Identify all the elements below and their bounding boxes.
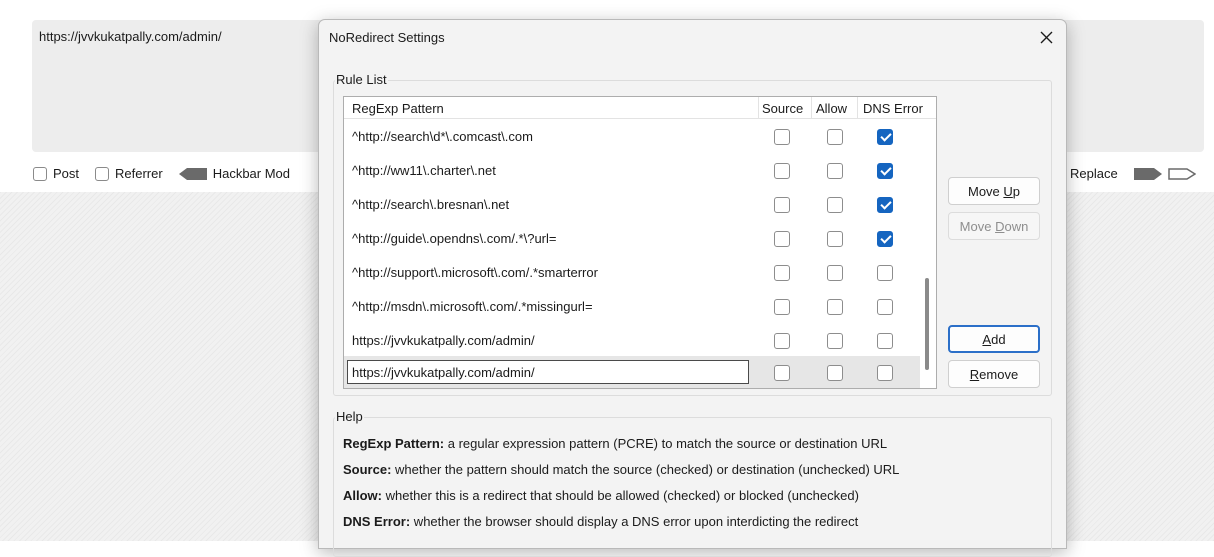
arrow-right-outline-icon[interactable] — [1167, 167, 1196, 180]
url-text: https://jvvkukatpally.com/admin/ — [39, 29, 222, 44]
dns-error-checkbox[interactable] — [877, 197, 893, 213]
source-checkbox[interactable] — [774, 129, 790, 145]
pattern-cell: ^http://ww11\.charter\.net — [352, 163, 496, 178]
rule-list-label: Rule List — [335, 72, 388, 87]
hackbar-mode-label: Hackbar Mod — [212, 166, 291, 181]
help-line: RegExp Pattern: a regular expression pat… — [343, 436, 888, 451]
source-checkbox[interactable] — [774, 163, 790, 179]
column-divider[interactable] — [811, 97, 812, 119]
column-header-pattern[interactable]: RegExp Pattern — [352, 101, 444, 116]
remove-label: Remove — [969, 366, 1019, 382]
allow-checkbox[interactable] — [827, 333, 843, 349]
table-row[interactable]: ^http://guide\.opendns\.com/.*\?url= — [344, 222, 920, 256]
post-checkbox[interactable] — [33, 166, 47, 181]
add-button[interactable]: Add — [948, 325, 1040, 353]
pattern-cell: ^http://search\.bresnan\.net — [352, 197, 510, 212]
allow-checkbox[interactable] — [827, 265, 843, 281]
dns-error-checkbox[interactable] — [877, 265, 893, 281]
close-icon — [1040, 31, 1052, 43]
column-header-allow[interactable]: Allow — [816, 101, 847, 116]
source-checkbox[interactable] — [774, 299, 790, 315]
column-header-dns-error[interactable]: DNS Error — [863, 101, 923, 116]
table-row[interactable]: https://jvvkukatpally.com/admin/ — [344, 324, 920, 358]
pattern-cell: ^http://msdn\.microsoft\.com/.*missingur… — [352, 299, 593, 314]
dns-error-checkbox[interactable] — [877, 365, 893, 381]
table-header: RegExp Pattern Source Allow DNS Error — [344, 97, 936, 119]
add-label: Add — [982, 331, 1006, 347]
source-checkbox[interactable] — [774, 231, 790, 247]
arrow-left-icon[interactable] — [178, 167, 207, 180]
table-row[interactable]: ^http://search\.bresnan\.net — [344, 188, 920, 222]
scrollbar-thumb[interactable] — [925, 278, 929, 370]
column-header-source[interactable]: Source — [762, 101, 803, 116]
dialog-title: NoRedirect Settings — [329, 30, 445, 45]
column-divider[interactable] — [857, 97, 858, 119]
remove-button[interactable]: Remove — [948, 360, 1040, 388]
pattern-cell: https://jvvkukatpally.com/admin/ — [352, 333, 535, 348]
pattern-cell: ^http://support\.microsoft\.com/.*smarte… — [352, 265, 598, 280]
help-label: Help — [335, 409, 364, 424]
dns-error-checkbox[interactable] — [877, 333, 893, 349]
source-checkbox[interactable] — [774, 333, 790, 349]
arrow-right-icon[interactable] — [1133, 167, 1162, 180]
allow-checkbox[interactable] — [827, 129, 843, 145]
referrer-checkbox[interactable] — [95, 166, 110, 181]
allow-checkbox[interactable] — [827, 299, 843, 315]
move-down-label: Move Down — [959, 218, 1029, 234]
source-checkbox[interactable] — [774, 197, 790, 213]
help-line: DNS Error: whether the browser should di… — [343, 514, 859, 529]
allow-checkbox[interactable] — [827, 231, 843, 247]
table-row[interactable]: ^http://support\.microsoft\.com/.*smarte… — [344, 256, 920, 290]
replace-label: Replace — [1070, 166, 1118, 181]
move-up-label: Move Up — [967, 183, 1021, 199]
pattern-edit-input[interactable] — [347, 360, 749, 384]
table-row[interactable]: ^http://ww11\.charter\.net — [344, 154, 920, 188]
move-down-button[interactable]: Move Down — [948, 212, 1040, 240]
table-scrollbar[interactable] — [920, 120, 934, 388]
allow-checkbox[interactable] — [827, 163, 843, 179]
move-up-button[interactable]: Move Up — [948, 177, 1040, 205]
referrer-label: Referrer — [115, 166, 163, 181]
source-checkbox[interactable] — [774, 265, 790, 281]
column-divider[interactable] — [758, 97, 759, 119]
table-row[interactable]: ^http://msdn\.microsoft\.com/.*missingur… — [344, 290, 920, 324]
allow-checkbox[interactable] — [827, 197, 843, 213]
dns-error-checkbox[interactable] — [877, 299, 893, 315]
pattern-cell: ^http://search\d*\.comcast\.com — [352, 129, 533, 144]
pattern-cell: ^http://guide\.opendns\.com/.*\?url= — [352, 231, 557, 246]
close-button[interactable] — [1031, 23, 1061, 51]
dns-error-checkbox[interactable] — [877, 129, 893, 145]
table-row[interactable]: ^http://search\d*\.comcast\.com — [344, 120, 920, 154]
source-checkbox[interactable] — [774, 365, 790, 381]
help-line: Allow: whether this is a redirect that s… — [343, 488, 859, 503]
rule-table: RegExp Pattern Source Allow DNS Error ^h… — [343, 96, 937, 389]
table-row-selected[interactable] — [344, 356, 920, 388]
noredirect-settings-dialog: NoRedirect Settings Rule List RegExp Pat… — [318, 19, 1067, 557]
dns-error-checkbox[interactable] — [877, 163, 893, 179]
post-label: Post — [53, 166, 80, 181]
top-strip — [0, 0, 1214, 18]
help-line: Source: whether the pattern should match… — [343, 462, 900, 477]
dns-error-checkbox[interactable] — [877, 231, 893, 247]
allow-checkbox[interactable] — [827, 365, 843, 381]
